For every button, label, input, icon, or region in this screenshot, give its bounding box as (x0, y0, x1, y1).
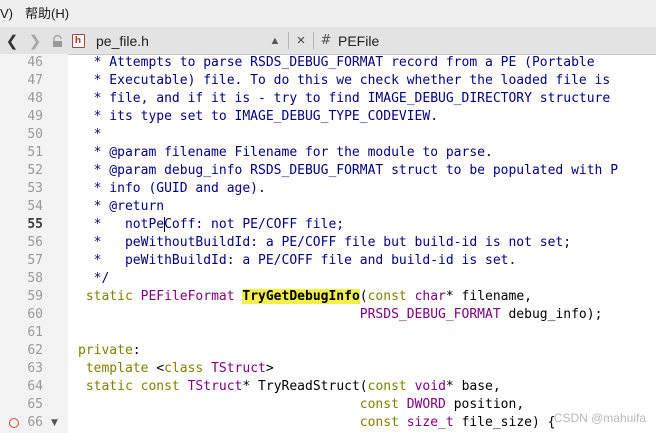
code-line[interactable]: 58 */ (0, 270, 656, 288)
code-text: * Executable) file. To do this we check … (78, 73, 611, 88)
menu-view[interactable]: V) (0, 0, 13, 27)
current-symbol[interactable]: PEFile (336, 33, 379, 49)
code-line[interactable]: 50 * (0, 126, 656, 144)
editor-toolbar: ❮ ❯ h pe_file.h ▲ × # PEFile (0, 27, 656, 55)
code-line[interactable]: 55 * notPeCoff: not PE/COFF file; (0, 216, 656, 234)
code-line[interactable]: 64 static const TStruct* TryReadStruct(c… (0, 378, 656, 396)
code-text: * @param debug_info RSDS_DEBUG_FORMAT st… (78, 163, 619, 178)
code-line[interactable]: 59 static PEFileFormat TryGetDebugInfo(c… (0, 288, 656, 306)
code-line[interactable]: 61 (0, 324, 656, 342)
document-name[interactable]: pe_file.h (88, 33, 264, 49)
code-line[interactable]: 60 PRSDS_DEBUG_FORMAT debug_info); (0, 306, 656, 324)
code-text: * @param filename Filename for the modul… (78, 145, 493, 160)
code-line[interactable]: 56 * peWithoutBuildId: a PE/COFF file bu… (0, 234, 656, 252)
header-file-icon: h (68, 27, 88, 54)
code-text: template <class TStruct> (85, 361, 274, 376)
code-editor[interactable]: 46 * Attempts to parse RSDS_DEBUG_FORMAT… (0, 54, 656, 433)
open-documents-dropdown-icon[interactable]: ▲ (264, 27, 286, 54)
code-text: * peWithoutBuildId: a PE/COFF file but b… (78, 235, 572, 250)
code-text: private: (78, 343, 141, 358)
code-text: * info (GUID and age). (78, 181, 266, 196)
line-number: 66 (27, 415, 43, 430)
line-number: 64 (27, 379, 43, 394)
toolbar-separator (313, 32, 314, 49)
line-number: 65 (27, 397, 43, 412)
line-number: 63 (27, 361, 43, 376)
line-number: 51 (27, 145, 43, 160)
close-document-icon[interactable]: × (291, 27, 311, 54)
code-text: * Attempts to parse RSDS_DEBUG_FORMAT re… (78, 55, 595, 70)
code-text: * peWithBuildId: a PE/COFF file and buil… (78, 253, 517, 268)
line-number: 47 (27, 73, 43, 88)
line-number: 48 (27, 91, 43, 106)
code-line[interactable]: 52 * @param debug_info RSDS_DEBUG_FORMAT… (0, 162, 656, 180)
line-number: 50 (27, 127, 43, 142)
code-text: static const TStruct* TryReadStruct(cons… (85, 379, 501, 394)
line-number: 46 (27, 55, 43, 70)
code-line[interactable]: 48 * file, and if it is - try to find IM… (0, 90, 656, 108)
text-cursor (164, 217, 166, 232)
forward-icon[interactable]: ❯ (24, 27, 46, 54)
code-text: * @return (78, 199, 165, 214)
menu-bar: V) 帮助(H) (0, 0, 656, 27)
toolbar-separator (288, 32, 289, 49)
code-text: static PEFileFormat TryGetDebugInfo(cons… (85, 289, 532, 304)
line-number: 62 (27, 343, 43, 358)
line-number: 55 (27, 217, 43, 232)
lock-icon[interactable] (46, 27, 68, 54)
back-icon[interactable]: ❮ (0, 27, 24, 54)
line-number: 59 (27, 289, 43, 304)
code-text: * (78, 127, 102, 142)
fold-marker-icon[interactable]: ▼ (51, 414, 58, 432)
symbol-hash-icon: # (320, 33, 332, 48)
line-number: 61 (27, 325, 43, 340)
line-number: 60 (27, 307, 43, 322)
line-number: 53 (27, 181, 43, 196)
code-line[interactable]: 57 * peWithBuildId: a PE/COFF file and b… (0, 252, 656, 270)
code-text: * its type set to IMAGE_DEBUG_TYPE_CODEV… (78, 109, 439, 124)
code-line[interactable]: 51 * @param filename Filename for the mo… (0, 144, 656, 162)
code-text: const DWORD position, (359, 397, 525, 412)
line-number: 56 (27, 235, 43, 250)
line-number: 49 (27, 109, 43, 124)
code-text: const size_t file_size) { (359, 415, 556, 430)
code-line[interactable]: 46 * Attempts to parse RSDS_DEBUG_FORMAT… (0, 54, 656, 72)
menu-help[interactable]: 帮助(H) (13, 0, 69, 27)
line-number: 52 (27, 163, 43, 178)
file-icon-letter: h (71, 33, 85, 48)
code-text: * notPeCoff: not PE/COFF file; (78, 217, 345, 232)
code-line[interactable]: 62 private: (0, 342, 656, 360)
code-line[interactable]: 54 * @return (0, 198, 656, 216)
code-line[interactable]: 53 * info (GUID and age). (0, 180, 656, 198)
line-number: 54 (27, 199, 43, 214)
code-text: * file, and if it is - try to find IMAGE… (78, 91, 611, 106)
line-number: 57 (27, 253, 43, 268)
line-number: 58 (27, 271, 43, 286)
code-text: PRSDS_DEBUG_FORMAT debug_info); (359, 307, 603, 322)
watermark: CSDN @mahuifa (553, 411, 646, 425)
code-line[interactable]: 49 * its type set to IMAGE_DEBUG_TYPE_CO… (0, 108, 656, 126)
code-line[interactable]: 63 template <class TStruct> (0, 360, 656, 378)
code-text: */ (78, 271, 110, 286)
code-line[interactable]: 47 * Executable) file. To do this we che… (0, 72, 656, 90)
